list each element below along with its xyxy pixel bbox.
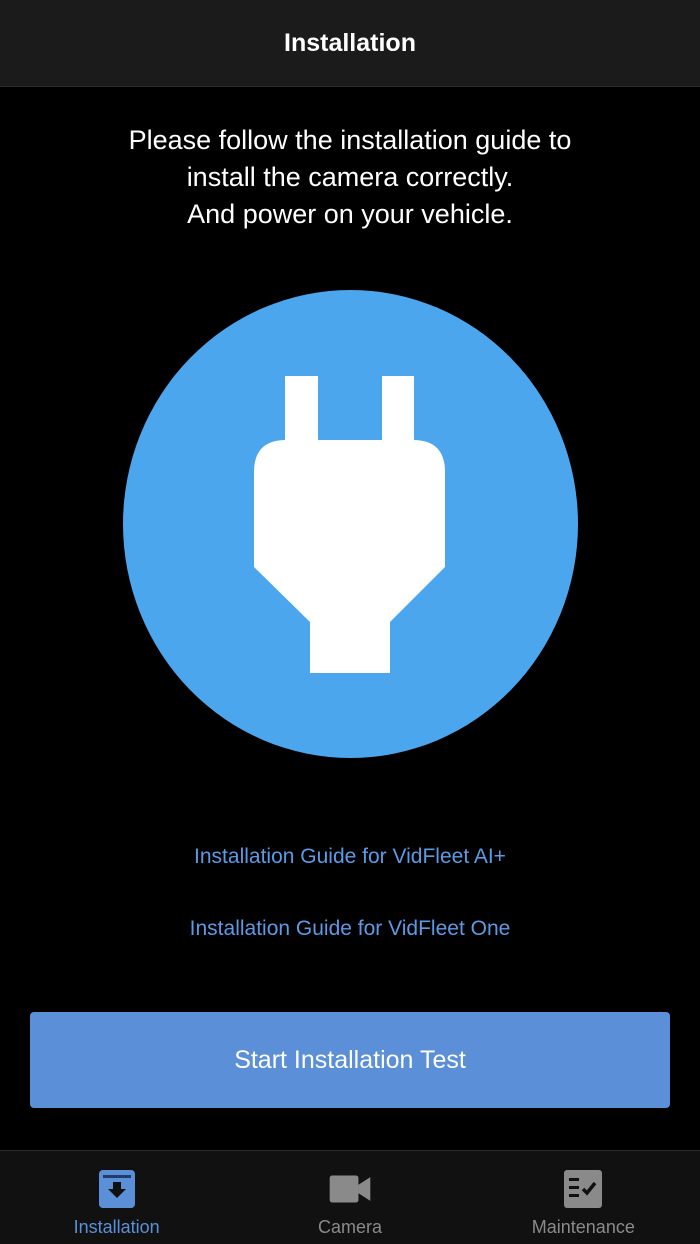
- tab-camera[interactable]: Camera: [233, 1151, 466, 1244]
- installation-icon: [98, 1170, 135, 1208]
- instructions-line-1: Please follow the installation guide to: [128, 125, 572, 155]
- instructions-line-3: And power on your vehicle.: [187, 199, 513, 229]
- tab-bar: Installation Camera Maintenance: [0, 1150, 700, 1244]
- power-illustration: [123, 290, 578, 758]
- video-camera-icon: [329, 1175, 371, 1203]
- tab-maintenance-label: Maintenance: [531, 1217, 635, 1237]
- start-installation-test-button[interactable]: Start Installation Test: [30, 1012, 670, 1108]
- plug-icon: [254, 376, 445, 673]
- guide-link-vidfleet-ai-plus[interactable]: Installation Guide for VidFleet AI+: [0, 845, 700, 869]
- instructions-line-2: install the camera correctly.: [186, 162, 514, 192]
- checklist-icon: [564, 1170, 603, 1208]
- tab-installation-label: Installation: [73, 1217, 160, 1237]
- installation-screen: Installation Please follow the installat…: [0, 0, 700, 1244]
- page-title: Installation: [284, 28, 416, 57]
- tab-camera-label: Camera: [317, 1217, 382, 1237]
- nav-bar: Installation: [0, 0, 700, 87]
- tab-installation[interactable]: Installation: [0, 1151, 233, 1244]
- instructions-text: Please follow the installation guide to …: [40, 122, 660, 233]
- guide-link-vidfleet-one[interactable]: Installation Guide for VidFleet One: [0, 917, 700, 941]
- tab-maintenance[interactable]: Maintenance: [467, 1151, 700, 1244]
